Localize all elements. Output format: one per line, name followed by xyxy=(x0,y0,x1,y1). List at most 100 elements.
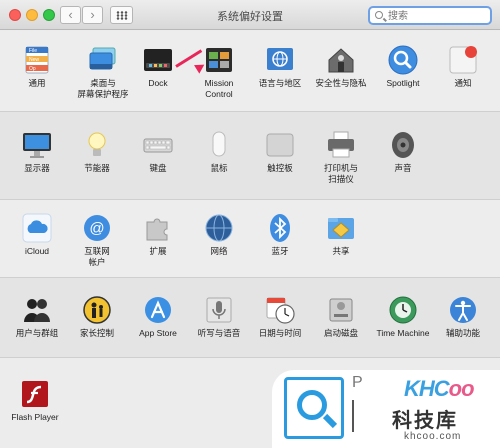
pane-parental-controls[interactable]: 家长控制 xyxy=(66,294,128,339)
internet-accounts-icon: @ xyxy=(81,212,113,244)
security-privacy-icon xyxy=(325,44,357,76)
pane-icloud[interactable]: iCloud xyxy=(6,212,68,257)
notifications-icon xyxy=(447,44,479,76)
pane-label: 扩展 xyxy=(149,246,167,256)
mission-control-icon xyxy=(203,44,235,76)
pane-flash-player[interactable]: Flash Player xyxy=(4,378,66,423)
dictation-speech-icon xyxy=(203,294,235,326)
pane-sharing[interactable]: 共享 xyxy=(310,212,372,257)
pane-extensions[interactable]: 扩展 xyxy=(127,212,189,257)
pane-displays[interactable]: 显示器 xyxy=(6,129,68,174)
pane-label: Time Machine xyxy=(376,328,430,338)
pane-label: 打印机与 xyxy=(323,163,358,173)
pane-desktop-screensaver[interactable]: 桌面与 屏幕保护程序 xyxy=(72,44,134,100)
pane-label: Mission xyxy=(204,78,234,88)
pane-label: 通知 xyxy=(454,78,472,88)
printer-icon xyxy=(325,129,357,161)
keyboard-icon xyxy=(142,129,174,161)
general-icon-file: File xyxy=(29,48,37,54)
pane-energy-saver[interactable]: 节能器 xyxy=(66,129,128,174)
accessibility-icon xyxy=(447,294,479,326)
watermark-letter: P xyxy=(352,374,363,391)
pane-label: 节能器 xyxy=(84,163,110,173)
pane-bluetooth[interactable]: 蓝牙 xyxy=(249,212,311,257)
pane-label: 触控板 xyxy=(267,163,293,173)
section-hardware: 显示器 节能器 键盘 鼠标 触控板 打印机与 扫描仪 声音 xyxy=(0,112,500,200)
pane-network[interactable]: 网络 xyxy=(188,212,250,257)
pane-label: 网络 xyxy=(210,246,228,256)
pane-keyboard[interactable]: 键盘 xyxy=(127,129,189,174)
trackpad-icon xyxy=(264,129,296,161)
pane-label: 用户与群组 xyxy=(15,328,59,338)
pane-general[interactable]: File New Op 通用 xyxy=(6,44,68,89)
general-icon-op: Op xyxy=(29,66,36,72)
pane-label: App Store xyxy=(139,328,177,338)
pane-label-line2: 扫描仪 xyxy=(328,174,354,184)
pane-date-time[interactable]: 日期与时间 xyxy=(249,294,311,339)
pane-notifications[interactable]: 通知 xyxy=(432,44,494,89)
pane-app-store[interactable]: App Store xyxy=(127,294,189,339)
pane-trackpad[interactable]: 触控板 xyxy=(249,129,311,174)
pane-mouse[interactable]: 鼠标 xyxy=(188,129,250,174)
pane-security-privacy[interactable]: 安全性与隐私 xyxy=(310,44,372,89)
parental-controls-icon xyxy=(81,294,113,326)
pane-label: Spotlight xyxy=(386,78,420,88)
pane-label-line2: Control xyxy=(205,89,233,99)
desktop-screensaver-icon xyxy=(87,44,119,76)
watermark-site-url: khcoo.com xyxy=(404,431,462,442)
pane-label: 共享 xyxy=(332,246,350,256)
pane-accessibility[interactable]: 辅助功能 xyxy=(432,294,494,339)
pane-label: 语言与地区 xyxy=(258,78,302,88)
search-field[interactable] xyxy=(368,6,492,25)
magnifier-lens xyxy=(297,390,327,420)
pane-label: 蓝牙 xyxy=(271,246,289,256)
pane-label: 声音 xyxy=(394,163,412,173)
pane-dock[interactable]: Dock xyxy=(127,44,189,89)
extensions-icon xyxy=(142,212,174,244)
watermark-divider xyxy=(352,400,354,432)
date-time-icon xyxy=(264,294,296,326)
flash-player-icon xyxy=(19,378,51,410)
pane-printers-scanners[interactable]: 打印机与 扫描仪 xyxy=(310,129,372,185)
pane-users-groups[interactable]: 用户与群组 xyxy=(6,294,68,339)
pane-label: Flash Player xyxy=(11,412,59,422)
pane-internet-accounts[interactable]: @ 互联网 帐户 xyxy=(66,212,128,268)
app-store-icon xyxy=(142,294,174,326)
users-groups-icon xyxy=(21,294,53,326)
pane-label: 启动磁盘 xyxy=(323,328,358,338)
pane-label: 键盘 xyxy=(149,163,167,173)
pane-label: 通用 xyxy=(28,78,46,88)
pane-dictation-speech[interactable]: 听写与语音 xyxy=(188,294,250,339)
general-icon: File New Op xyxy=(21,44,53,76)
search-icon xyxy=(375,11,383,19)
pane-label: 日期与时间 xyxy=(258,328,302,338)
general-icon-new: New xyxy=(29,57,39,63)
window-titlebar: ‹ › 系统偏好设置 xyxy=(0,0,500,30)
spotlight-icon xyxy=(387,44,419,76)
pane-time-machine[interactable]: Time Machine xyxy=(372,294,434,339)
pane-label-line2: 屏幕保护程序 xyxy=(77,89,129,99)
energy-saver-icon xyxy=(81,129,113,161)
mouse-icon xyxy=(203,129,235,161)
sound-icon xyxy=(387,129,419,161)
icloud-icon xyxy=(21,212,53,244)
displays-icon xyxy=(21,129,53,161)
section-system: 用户与群组 家长控制 App Store 听写与语音 日期与时间 启动磁盘 Ti… xyxy=(0,278,500,358)
pane-label: 显示器 xyxy=(24,163,50,173)
watermark-brand-part1: KHC xyxy=(404,376,450,401)
network-icon xyxy=(203,212,235,244)
section-personal: File New Op 通用 桌面与 屏幕保护程序 Dock Mission C… xyxy=(0,31,500,112)
pane-language-region[interactable]: 语言与地区 xyxy=(249,44,311,89)
pane-label-line2: 帐户 xyxy=(88,257,106,267)
pane-label: 鼠标 xyxy=(210,163,228,173)
search-input[interactable] xyxy=(388,9,488,23)
pane-label: iCloud xyxy=(24,246,50,256)
pane-spotlight[interactable]: Spotlight xyxy=(372,44,434,89)
pane-startup-disk[interactable]: 启动磁盘 xyxy=(310,294,372,339)
pane-sound[interactable]: 声音 xyxy=(372,129,434,174)
magnifier-handle xyxy=(322,413,338,429)
pane-label: Dock xyxy=(148,78,168,88)
time-machine-icon xyxy=(387,294,419,326)
pane-label: 安全性与隐私 xyxy=(315,78,367,88)
watermark-brand-part2: oo xyxy=(448,376,475,401)
